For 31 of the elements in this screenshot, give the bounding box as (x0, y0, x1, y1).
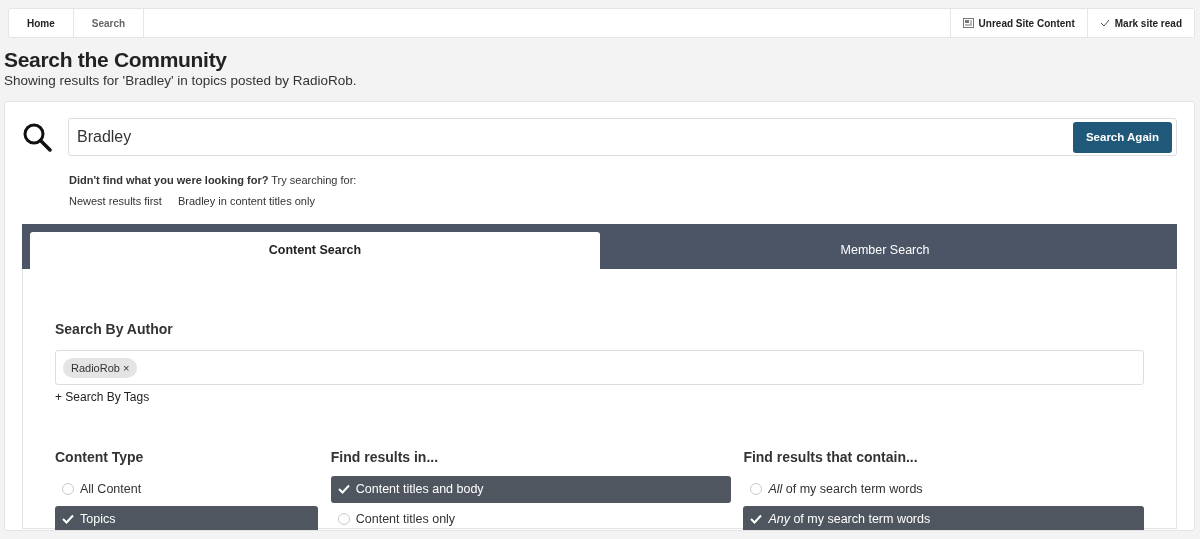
breadcrumb-link[interactable]: Search (73, 9, 145, 37)
group-heading: Find results that contain... (743, 447, 919, 467)
breadcrumb-link[interactable]: Home (9, 9, 74, 37)
search-field[interactable]: Bradley Search Again (68, 118, 1177, 157)
page-title: Search the Community (4, 48, 228, 72)
radio-option[interactable]: All of my search term words (743, 475, 1144, 503)
radio-option[interactable]: Content titles only (330, 505, 732, 531)
group-heading: Content Type (55, 447, 145, 467)
radio-option[interactable]: Topics (55, 505, 318, 531)
group-heading: Find results in... (330, 447, 440, 467)
radio-option[interactable]: Any of my search term words (743, 505, 1144, 531)
search-icon (22, 122, 52, 153)
page-subtitle: Showing results for 'Bradley' in topics posted by RadioRob. (4, 72, 358, 91)
author-tag[interactable]: RadioRob × (63, 357, 138, 379)
search-tab[interactable]: Content Search (30, 232, 600, 270)
check-icon (62, 514, 74, 525)
author-field[interactable]: RadioRob × (55, 350, 1144, 386)
radio-option[interactable]: All Content (55, 475, 318, 503)
search-by-tags-link[interactable]: + Search By Tags (55, 388, 150, 407)
search-tab[interactable]: Member Search (600, 232, 1170, 270)
check-icon (750, 514, 763, 525)
check-icon (337, 484, 350, 495)
check-icon (1099, 19, 1110, 27)
hint-text: Didn't find what you were looking for? Try searching for: (69, 173, 358, 189)
header-action-button[interactable]: Mark site read (1086, 9, 1194, 37)
radio-option[interactable]: Content titles and body (330, 475, 732, 503)
search-again-button[interactable]: Search Again (1072, 121, 1172, 153)
suggestion-link[interactable]: Bradley in content titles only (177, 192, 315, 210)
field-label: Search By Author (55, 320, 174, 340)
suggestion-link[interactable]: Newest results first (69, 192, 162, 210)
newspaper-icon (962, 18, 974, 28)
